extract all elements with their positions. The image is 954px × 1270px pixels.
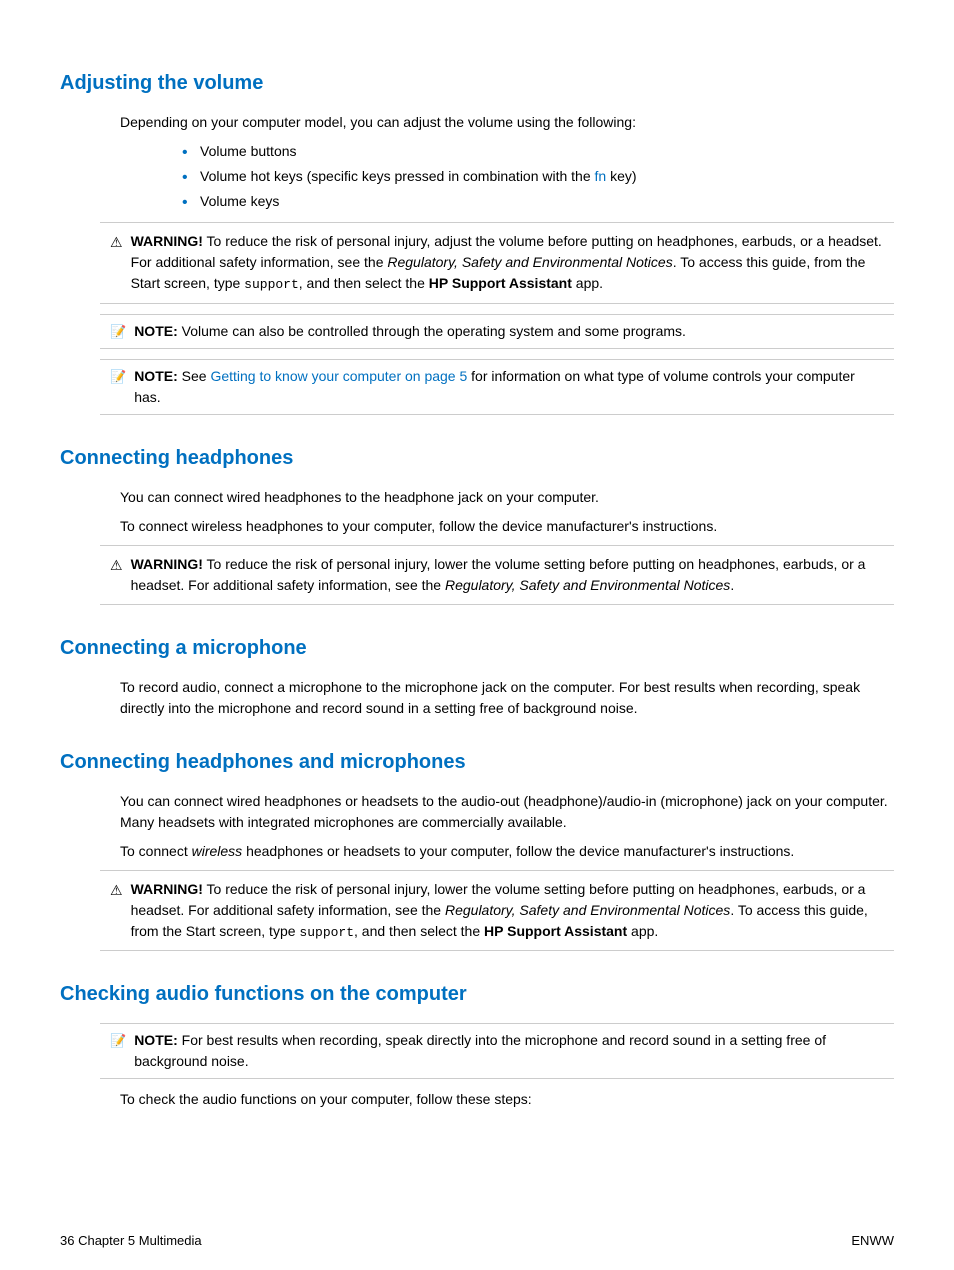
headphones-microphones-para-1: You can connect wired headphones or head… <box>120 791 894 833</box>
section-adjusting-volume: Adjusting the volume Depending on your c… <box>60 68 894 415</box>
note-box-checking-audio: 📝 NOTE: For best results when recording,… <box>100 1023 894 1079</box>
note-text-2: NOTE: See Getting to know your computer … <box>134 366 884 408</box>
computer-page-link[interactable]: Getting to know your computer on page 5 <box>210 368 467 384</box>
warning-box-headphones: ⚠ WARNING! To reduce the risk of persona… <box>100 545 894 605</box>
note-icon-2: 📝 <box>110 367 126 387</box>
section-title-connecting-microphone: Connecting a microphone <box>60 633 894 663</box>
page-footer: 36 Chapter 5 Multimedia ENWW <box>0 1231 954 1251</box>
footer-right: ENWW <box>851 1231 894 1251</box>
section-connecting-headphones: Connecting headphones You can connect wi… <box>60 443 894 605</box>
footer-left: 36 Chapter 5 Multimedia <box>60 1231 202 1251</box>
headphones-para-1: You can connect wired headphones to the … <box>120 487 894 508</box>
warning-box-headphones-microphones: ⚠ WARNING! To reduce the risk of persona… <box>100 870 894 952</box>
warning-text-headphones: WARNING! To reduce the risk of personal … <box>131 554 884 596</box>
section-title-connecting-headphones-microphones: Connecting headphones and microphones <box>60 747 894 777</box>
note-text-checking-audio: NOTE: For best results when recording, s… <box>134 1030 884 1072</box>
warning-triangle-icon-3: ⚠ <box>110 880 123 901</box>
warning-text-headphones-microphones: WARNING! To reduce the risk of personal … <box>131 879 884 943</box>
note-box-volume-2: 📝 NOTE: See Getting to know your compute… <box>100 359 894 415</box>
fn-link[interactable]: fn <box>595 168 607 184</box>
bullet-item-1: Volume buttons <box>200 141 894 162</box>
section-connecting-microphone: Connecting a microphone To record audio,… <box>60 633 894 719</box>
note-text-1: NOTE: Volume can also be controlled thro… <box>134 321 686 342</box>
headphones-para-2: To connect wireless headphones to your c… <box>120 516 894 537</box>
checking-audio-para: To check the audio functions on your com… <box>120 1089 894 1110</box>
warning-triangle-icon: ⚠ <box>110 232 123 253</box>
section-title-adjusting-volume: Adjusting the volume <box>60 68 894 98</box>
bullet-item-3: Volume keys <box>200 191 894 212</box>
warning-text-volume: WARNING! To reduce the risk of personal … <box>131 231 884 295</box>
note-box-volume-1: 📝 NOTE: Volume can also be controlled th… <box>100 314 894 349</box>
microphone-para-1: To record audio, connect a microphone to… <box>120 677 894 719</box>
warning-triangle-icon-2: ⚠ <box>110 555 123 576</box>
section-connecting-headphones-microphones: Connecting headphones and microphones Yo… <box>60 747 894 952</box>
headphones-microphones-para-2: To connect wireless headphones or headse… <box>120 841 894 862</box>
bullet-item-2: Volume hot keys (specific keys pressed i… <box>200 166 894 187</box>
section-checking-audio: Checking audio functions on the computer… <box>60 979 894 1110</box>
section-title-connecting-headphones: Connecting headphones <box>60 443 894 473</box>
note-icon-3: 📝 <box>110 1031 126 1051</box>
adjusting-volume-bullets: Volume buttons Volume hot keys (specific… <box>200 141 894 212</box>
warning-box-volume: ⚠ WARNING! To reduce the risk of persona… <box>100 222 894 304</box>
adjusting-volume-intro: Depending on your computer model, you ca… <box>120 112 894 133</box>
note-icon-1: 📝 <box>110 322 126 342</box>
section-title-checking-audio: Checking audio functions on the computer <box>60 979 894 1009</box>
